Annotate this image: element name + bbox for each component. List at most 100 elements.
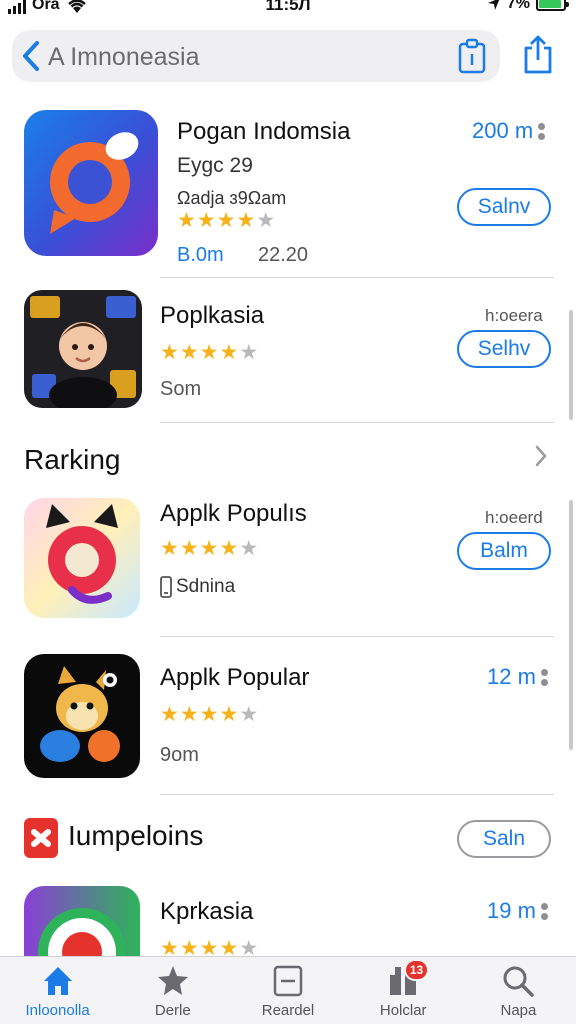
scrollbar[interactable] [569, 500, 573, 750]
app-icon-applk-1[interactable] [24, 498, 140, 618]
download-size: 12 m [487, 664, 548, 690]
app-row-applk-2[interactable]: Applk Popular ★ ★ ★ ★ ★ 9om 12 m [0, 652, 576, 782]
star-empty-icon: ★ [239, 537, 259, 560]
tab-bar: Inloonolla Derle Reardel 13 Holclar Napa [0, 956, 576, 1024]
star-filled-icon: ★ [179, 703, 199, 726]
app-title[interactable]: Pogan Indomsia [177, 118, 350, 146]
star-filled-icon: ★ [219, 937, 239, 956]
download-size-value: 19 m [487, 898, 536, 923]
app-icon-pogan[interactable] [24, 110, 158, 256]
fox-game-icon [24, 654, 140, 778]
download-size-value: 200 m [472, 118, 534, 143]
star-rating: ★ ★ ★ ★ ★ [160, 938, 258, 956]
share-icon [524, 35, 552, 74]
star-rating: ★ ★ ★ ★ ★ [160, 342, 258, 363]
download-size-value: 12 m [487, 664, 536, 689]
developer-name: Sdnina [176, 576, 236, 597]
get-button[interactable]: Balm [457, 532, 551, 570]
battery-icon [536, 0, 569, 11]
back-button[interactable] [16, 36, 46, 76]
star-empty-icon: ★ [239, 341, 259, 364]
game-icon [24, 290, 142, 408]
star-filled-icon: ★ [179, 341, 199, 364]
chevron-left-icon [23, 41, 39, 71]
tab-updates[interactable]: 13 Holclar [346, 957, 461, 1024]
clipboard-button[interactable] [456, 38, 488, 74]
star-rating: ★ ★ ★ ★ ★ [160, 704, 258, 725]
star-filled-icon: ★ [219, 341, 239, 364]
star-empty-icon: ★ [239, 937, 259, 956]
star-rating: ★ ★ ★ ★ ★ [160, 538, 258, 559]
share-button[interactable] [518, 34, 558, 76]
section-chevron[interactable] [534, 444, 548, 475]
section-title-ranking[interactable]: Rarking [24, 444, 120, 476]
app-category: h:oeerd [485, 508, 543, 527]
star-filled-icon: ★ [219, 537, 239, 560]
star-rating: ★ ★ ★ ★ ★ [177, 210, 275, 231]
document-icon [270, 963, 306, 999]
location-pin-icon [24, 110, 158, 256]
star-filled-icon: ★ [216, 209, 236, 232]
ring-logo-icon [24, 886, 140, 956]
app-meta: Ωadja ɜ9Ωam [177, 188, 287, 208]
status-bar: Ora 11:5Л 7% [0, 0, 576, 20]
tab-label: Derle [154, 1002, 191, 1019]
app-title[interactable]: Applk Popular [160, 664, 309, 692]
app-developer: Sdnina [160, 576, 235, 598]
more-icon[interactable] [540, 668, 548, 686]
app-title[interactable]: Poplkasia [160, 302, 264, 330]
battery-fill [539, 0, 561, 8]
app-row-kprkasia[interactable]: Kprkasia ★ ★ ★ ★ ★ 19 m [0, 884, 576, 956]
notification-badge: 13 [403, 959, 430, 981]
get-button[interactable]: Salnv [457, 188, 551, 226]
star-empty-icon: ★ [256, 209, 276, 232]
star-filled-icon: ★ [160, 703, 179, 726]
app-title[interactable]: Applk Populıs [160, 500, 307, 528]
battery-percent: 7% [506, 0, 530, 12]
download-size: 19 m [487, 898, 548, 924]
clipboard-icon [458, 38, 486, 74]
tab-home[interactable]: Inloonolla [0, 957, 115, 1024]
get-button[interactable]: Selhv [457, 330, 551, 368]
section-action-button[interactable]: Saln [457, 820, 551, 858]
star-filled-icon: ★ [236, 209, 256, 232]
home-icon [40, 963, 76, 999]
app-size: Som [160, 378, 202, 400]
search-bar[interactable]: A Imnoneasia [12, 30, 500, 82]
star-filled-icon: ★ [196, 209, 216, 232]
app-icon-kprkasia[interactable] [24, 886, 140, 956]
download-size: 200 m [472, 118, 546, 144]
star-filled-icon: ★ [177, 209, 196, 232]
tab-favorites[interactable]: Derle [115, 957, 230, 1024]
app-row-poplkasia[interactable]: Poplkasia ★ ★ ★ ★ ★ Som h:oeera Selhv [0, 290, 576, 414]
divider [160, 422, 554, 423]
more-icon[interactable] [540, 902, 548, 920]
search-query-text[interactable]: A Imnoneasia [48, 43, 200, 72]
star-filled-icon: ★ [199, 937, 219, 956]
app-row-pogan[interactable]: Pogan Indomsia Eygc 29 Ωadja ɜ9Ωam ★ ★ ★ ★ ★… [0, 108, 576, 268]
location-arrow-icon [487, 0, 500, 10]
star-filled-icon: ★ [179, 537, 199, 560]
scrollbar[interactable] [569, 310, 573, 420]
section-title-2[interactable]: Iumpeloins [68, 820, 203, 852]
chevron-right-icon [535, 445, 547, 467]
star-filled-icon: ★ [199, 537, 219, 560]
star-filled-icon: ★ [199, 703, 219, 726]
flower-icon [31, 829, 51, 847]
tab-document[interactable]: Reardel [230, 957, 345, 1024]
app-icon-poplkasia[interactable] [24, 290, 142, 408]
app-icon-applk-2[interactable] [24, 654, 140, 778]
star-filled-icon: ★ [179, 937, 199, 956]
app-category: h:oeera [485, 306, 543, 325]
gift-icon: 13 [385, 959, 430, 999]
divider [160, 794, 554, 795]
star-filled-icon: ★ [160, 537, 179, 560]
app-subtitle: Eygc 29 [177, 154, 253, 177]
app-row-applk-1[interactable]: Applk Populıs ★ ★ ★ ★ ★ Sdnina h:oeerd Balm [0, 496, 576, 622]
app-title[interactable]: Kprkasia [160, 898, 253, 926]
star-filled-icon: ★ [199, 341, 219, 364]
tab-search[interactable]: Napa [461, 957, 576, 1024]
cat-logo-icon [24, 498, 140, 618]
more-icon[interactable] [538, 122, 546, 140]
star-icon [155, 963, 191, 999]
